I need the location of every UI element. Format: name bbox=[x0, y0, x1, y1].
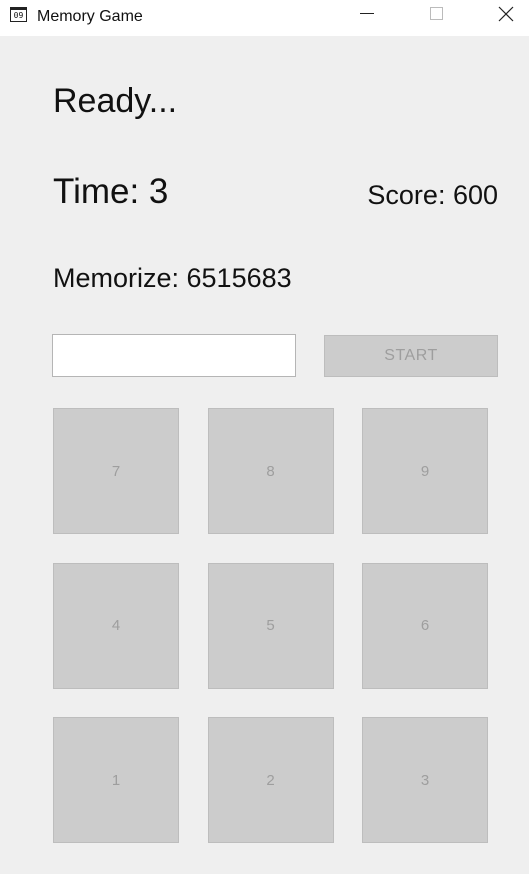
key-7[interactable]: 7 bbox=[53, 408, 179, 534]
key-1[interactable]: 1 bbox=[53, 717, 179, 843]
number-keypad: 7 8 9 4 5 6 1 2 3 bbox=[53, 408, 488, 843]
key-9[interactable]: 9 bbox=[362, 408, 488, 534]
memorize-label: Memorize: 6515683 bbox=[53, 263, 292, 293]
window-title: Memory Game bbox=[37, 8, 143, 25]
app-icon: 09 bbox=[10, 7, 27, 22]
maximize-icon bbox=[429, 7, 443, 20]
key-8[interactable]: 8 bbox=[207, 408, 334, 534]
start-button[interactable]: START bbox=[324, 335, 498, 377]
key-4[interactable]: 4 bbox=[53, 562, 179, 689]
answer-input[interactable] bbox=[52, 334, 296, 377]
score-label: Score: 600 bbox=[367, 180, 498, 210]
status-label: Ready... bbox=[53, 82, 178, 120]
close-icon bbox=[498, 6, 514, 21]
minimize-button[interactable] bbox=[344, 0, 390, 30]
minimize-icon bbox=[360, 13, 374, 14]
maximize-button[interactable] bbox=[413, 0, 459, 30]
key-3[interactable]: 3 bbox=[362, 717, 488, 843]
key-5[interactable]: 5 bbox=[207, 562, 334, 689]
key-6[interactable]: 6 bbox=[362, 562, 488, 689]
time-label: Time: 3 bbox=[53, 172, 169, 211]
title-bar: 09 Memory Game bbox=[0, 0, 529, 36]
key-2[interactable]: 2 bbox=[207, 717, 334, 843]
close-button[interactable] bbox=[483, 0, 529, 30]
